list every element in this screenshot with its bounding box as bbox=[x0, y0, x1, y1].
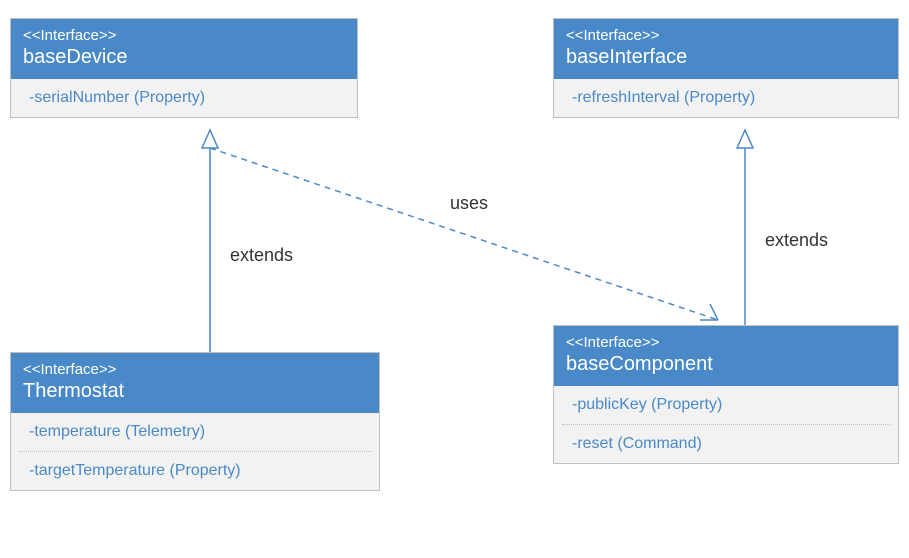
stereotype-label: <<Interface>> bbox=[23, 361, 367, 378]
class-body: -publicKey (Property) -reset (Command) bbox=[554, 386, 898, 463]
class-header: <<Interface>> baseDevice bbox=[11, 19, 357, 79]
member: -serialNumber (Property) bbox=[11, 79, 357, 117]
class-box-thermostat: <<Interface>> Thermostat -temperature (T… bbox=[10, 352, 380, 491]
class-box-baseinterface: <<Interface>> baseInterface -refreshInte… bbox=[553, 18, 899, 118]
stereotype-label: <<Interface>> bbox=[566, 334, 886, 351]
member: -publicKey (Property) bbox=[554, 386, 898, 424]
class-box-basedevice: <<Interface>> baseDevice -serialNumber (… bbox=[10, 18, 358, 118]
stereotype-label: <<Interface>> bbox=[566, 27, 886, 44]
extends-label-left: extends bbox=[230, 245, 293, 266]
uses-label: uses bbox=[450, 193, 488, 214]
uses-line bbox=[210, 148, 718, 320]
class-body: -serialNumber (Property) bbox=[11, 79, 357, 117]
class-body: -refreshInterval (Property) bbox=[554, 79, 898, 117]
member: -refreshInterval (Property) bbox=[554, 79, 898, 117]
class-name: baseComponent bbox=[566, 353, 886, 376]
class-name: baseInterface bbox=[566, 46, 886, 69]
extends-label-right: extends bbox=[765, 230, 828, 251]
uses-arrowhead bbox=[700, 304, 718, 320]
extends-right-arrowhead bbox=[737, 130, 753, 148]
class-header: <<Interface>> baseComponent bbox=[554, 326, 898, 386]
stereotype-label: <<Interface>> bbox=[23, 27, 345, 44]
extends-left-arrowhead bbox=[202, 130, 218, 148]
member: -temperature (Telemetry) bbox=[11, 413, 379, 451]
class-name: Thermostat bbox=[23, 380, 367, 403]
class-box-basecomponent: <<Interface>> baseComponent -publicKey (… bbox=[553, 325, 899, 464]
member: -reset (Command) bbox=[554, 425, 898, 463]
member: -targetTemperature (Property) bbox=[11, 452, 379, 490]
class-name: baseDevice bbox=[23, 46, 345, 69]
class-body: -temperature (Telemetry) -targetTemperat… bbox=[11, 413, 379, 490]
class-header: <<Interface>> baseInterface bbox=[554, 19, 898, 79]
class-header: <<Interface>> Thermostat bbox=[11, 353, 379, 413]
